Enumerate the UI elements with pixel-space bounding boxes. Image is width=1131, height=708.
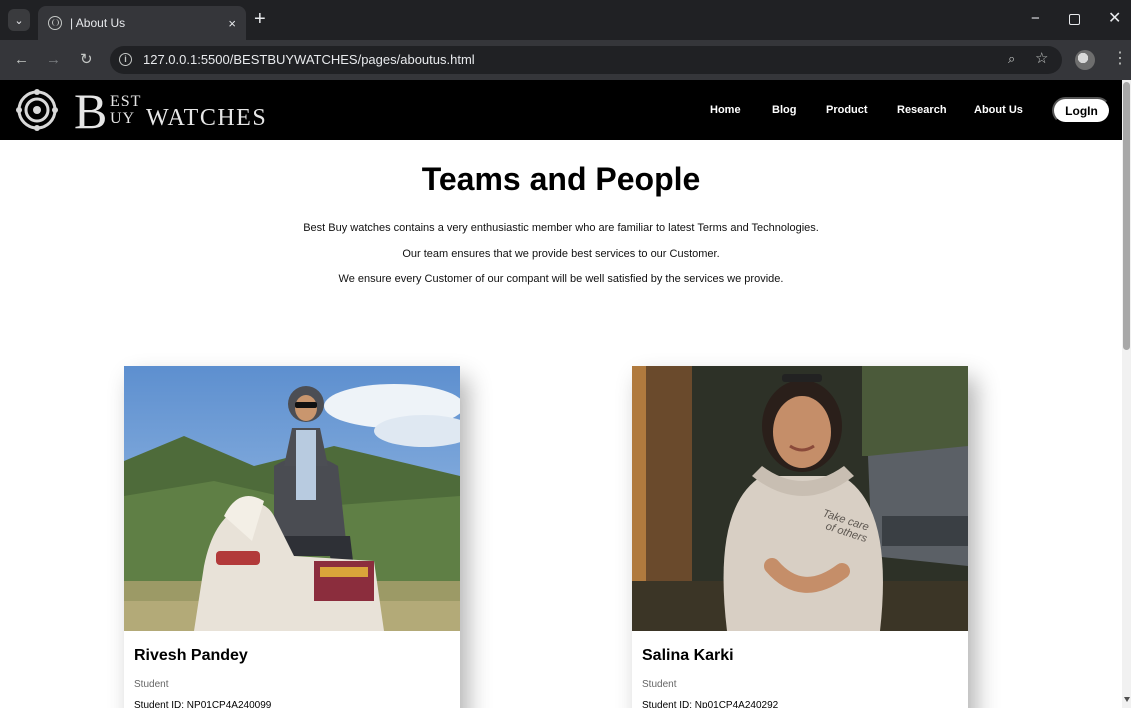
star-icon[interactable]: ☆ — [1035, 49, 1048, 67]
minimize-icon[interactable]: − — [1031, 10, 1040, 28]
window-close-icon[interactable]: ✕ — [1108, 10, 1121, 28]
tab-title: | About Us — [70, 16, 126, 30]
logo-est: EST — [110, 93, 142, 110]
team-card: Take care of others Salina Karki Student… — [632, 366, 968, 708]
page-scrollbar[interactable] — [1122, 80, 1131, 708]
nav-home[interactable]: Home — [710, 80, 741, 140]
logo-emblem-icon — [16, 89, 58, 131]
site-navbar: B EST UY WATCHES Home Blog Product Resea… — [0, 80, 1122, 140]
browser-tab-bar: ⌄ | About Us × + − ✕ — [0, 0, 1131, 40]
profile-icon[interactable] — [1075, 50, 1095, 70]
login-button[interactable]: LogIn — [1052, 97, 1111, 124]
nav-about-us[interactable]: About Us — [974, 80, 1023, 140]
browser-tab[interactable]: | About Us × — [38, 6, 246, 40]
team-photo-rivesh — [124, 366, 460, 631]
nav-blog[interactable]: Blog — [772, 80, 796, 140]
member-student-id: Student ID: NP01CP4A240099 — [134, 700, 272, 708]
team-card: Rivesh Pandey Student Student ID: NP01CP… — [124, 366, 460, 708]
member-role: Student — [134, 679, 169, 690]
close-tab-icon[interactable]: × — [228, 16, 236, 31]
forward-icon[interactable]: → — [46, 50, 61, 70]
page-viewport: B EST UY WATCHES Home Blog Product Resea… — [0, 80, 1122, 708]
nav-research[interactable]: Research — [897, 80, 947, 140]
reload-icon[interactable]: ↻ — [80, 50, 93, 70]
logo-uy: UY — [110, 110, 136, 127]
member-name: Salina Karki — [642, 647, 734, 664]
member-name: Rivesh Pandey — [134, 647, 248, 664]
logo-watches: WATCHES — [146, 105, 268, 131]
page-title: Teams and People — [421, 161, 701, 197]
intro-line-1: Best Buy watches contains a very enthusi… — [303, 222, 819, 234]
back-icon[interactable]: ← — [14, 50, 29, 70]
member-student-id: Student ID: Np01CP4A240292 — [642, 700, 779, 708]
member-role: Student — [642, 679, 677, 690]
scrollbar-thumb[interactable] — [1123, 82, 1130, 350]
logo-letter-b: B — [74, 83, 108, 139]
globe-icon — [48, 16, 62, 30]
url-bar[interactable]: i 127.0.0.1:5500/BESTBUYWATCHES/pages/ab… — [110, 46, 1062, 74]
new-tab-icon[interactable]: + — [254, 8, 266, 30]
kebab-icon[interactable]: ⋮ — [1112, 49, 1128, 69]
intro-line-2: Our team ensures that we provide best se… — [402, 248, 720, 260]
info-icon[interactable]: i — [119, 53, 132, 66]
intro-line-3: We ensure every Customer of our compant … — [338, 273, 784, 285]
url-text[interactable]: 127.0.0.1:5500/BESTBUYWATCHES/pages/abou… — [143, 52, 475, 67]
browser-address-bar: ← → ↻ i 127.0.0.1:5500/BESTBUYWATCHES/pa… — [0, 40, 1131, 80]
nav-product[interactable]: Product — [826, 80, 868, 140]
tab-search-menu-icon[interactable]: ⌄ — [8, 9, 30, 31]
zoom-icon[interactable]: ⌕ — [1008, 51, 1015, 67]
scroll-down-icon[interactable] — [1124, 697, 1130, 702]
maximize-icon[interactable] — [1069, 14, 1080, 25]
team-photo-salina: Take care of others — [632, 366, 968, 631]
